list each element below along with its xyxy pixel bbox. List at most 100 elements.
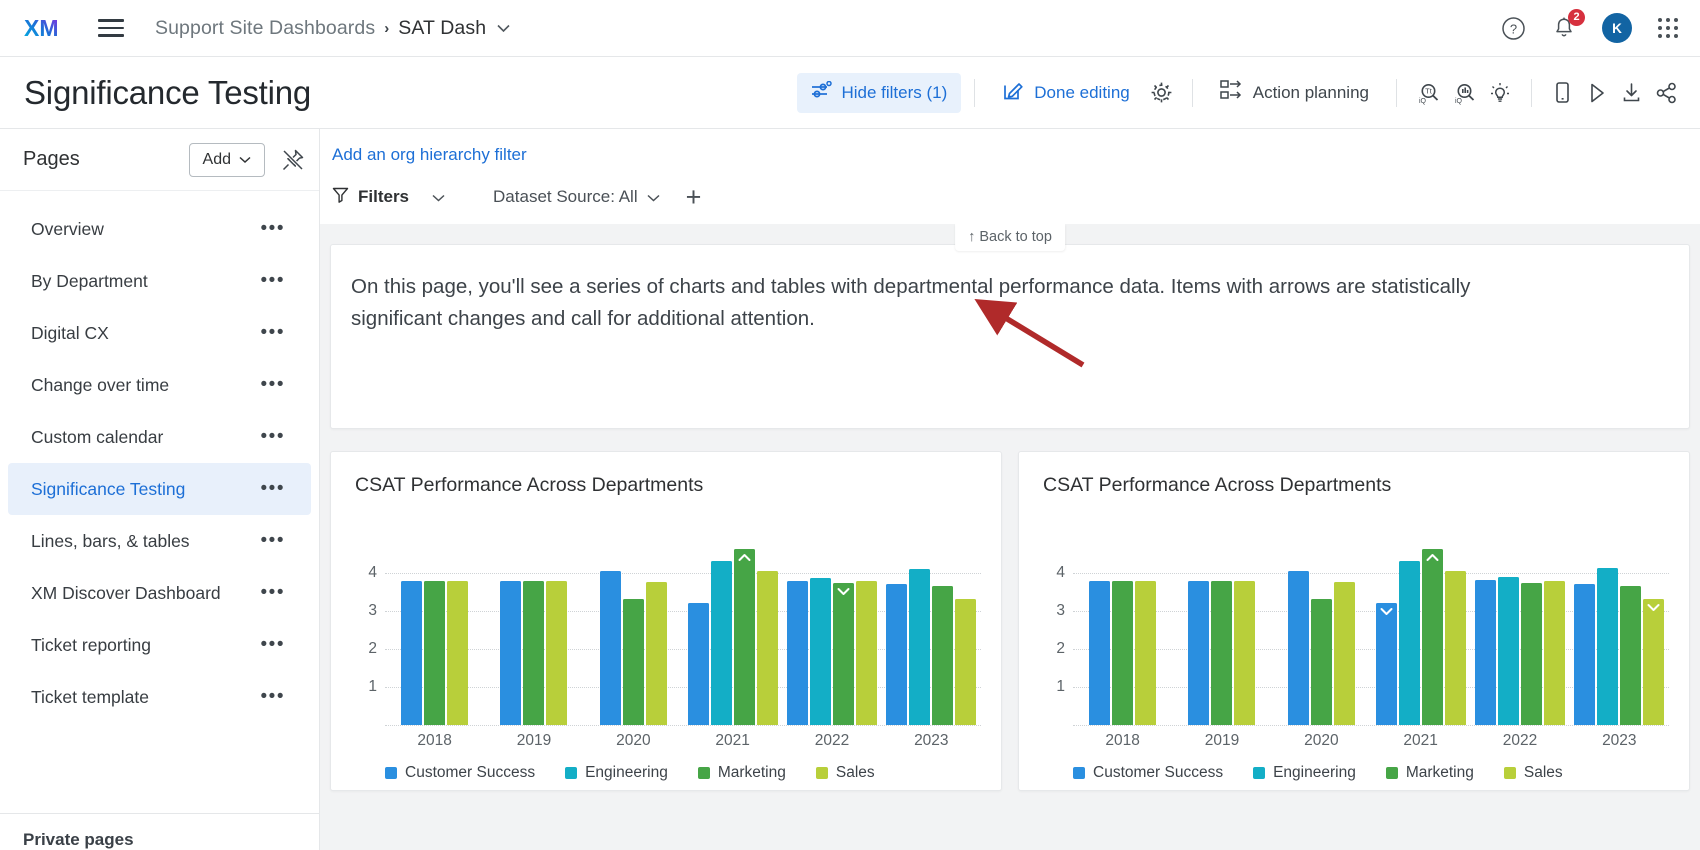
sidebar-item-custom-calendar[interactable]: Custom calendar ••• bbox=[8, 411, 311, 463]
breadcrumb-root-link[interactable]: Support Site Dashboards bbox=[155, 17, 375, 40]
share-button[interactable] bbox=[1649, 75, 1684, 111]
bar[interactable] bbox=[447, 580, 469, 725]
bar[interactable] bbox=[1643, 598, 1665, 725]
bar[interactable] bbox=[855, 581, 877, 725]
sidebar-item-change-over-time[interactable]: Change over time ••• bbox=[8, 359, 311, 411]
page-overflow-menu-button[interactable]: ••• bbox=[261, 531, 285, 550]
bar[interactable] bbox=[1188, 580, 1210, 725]
legend-item[interactable]: Engineering bbox=[565, 764, 668, 782]
main-menu-button[interactable] bbox=[98, 17, 124, 39]
bar[interactable] bbox=[809, 577, 831, 725]
bar[interactable] bbox=[1234, 580, 1256, 725]
bar[interactable] bbox=[886, 583, 908, 725]
breadcrumb-current-dashboard[interactable]: SAT Dash bbox=[398, 17, 486, 40]
bar[interactable] bbox=[546, 580, 568, 725]
bar[interactable] bbox=[645, 582, 667, 725]
bar[interactable] bbox=[1333, 582, 1355, 725]
bar[interactable] bbox=[1597, 567, 1619, 725]
bar[interactable] bbox=[1574, 583, 1596, 725]
bar[interactable] bbox=[622, 598, 644, 725]
text-widget[interactable]: On this page, you'll see a series of cha… bbox=[330, 244, 1690, 429]
unpin-sidebar-button[interactable] bbox=[281, 148, 305, 172]
action-planning-button[interactable]: Action planning bbox=[1206, 71, 1383, 114]
text-iq-button[interactable]: Tt iQ bbox=[1410, 75, 1446, 111]
bar[interactable] bbox=[424, 580, 446, 725]
add-page-button[interactable]: Add bbox=[188, 142, 265, 177]
xm-logo[interactable]: XM bbox=[24, 15, 68, 41]
page-overflow-menu-button[interactable]: ••• bbox=[261, 479, 285, 498]
back-to-top-button[interactable]: ↑ Back to top bbox=[955, 224, 1065, 251]
bar[interactable] bbox=[1543, 581, 1565, 725]
page-overflow-menu-button[interactable]: ••• bbox=[261, 687, 285, 706]
sidebar-item-by-department[interactable]: By Department ••• bbox=[8, 255, 311, 307]
help-button[interactable]: ? bbox=[1501, 16, 1526, 41]
bar[interactable] bbox=[1398, 560, 1420, 725]
bar[interactable] bbox=[1287, 571, 1309, 725]
page-overflow-menu-button[interactable]: ••• bbox=[261, 375, 285, 394]
sidebar-item-lines-bars-tables[interactable]: Lines, bars, & tables ••• bbox=[8, 515, 311, 567]
add-filter-button[interactable]: + bbox=[686, 184, 702, 211]
legend-item[interactable]: Marketing bbox=[697, 764, 786, 782]
add-org-hierarchy-filter-link[interactable]: Add an org hierarchy filter bbox=[332, 145, 1700, 165]
notifications-button[interactable]: 2 bbox=[1552, 8, 1585, 41]
bar[interactable] bbox=[955, 598, 977, 725]
page-overflow-menu-button[interactable]: ••• bbox=[261, 323, 285, 342]
legend-item[interactable]: Sales bbox=[1503, 764, 1563, 782]
bar[interactable] bbox=[1520, 582, 1542, 725]
page-overflow-menu-button[interactable]: ••• bbox=[261, 271, 285, 290]
bar[interactable] bbox=[1375, 603, 1397, 725]
done-editing-button[interactable]: Done editing bbox=[988, 71, 1143, 115]
bar[interactable] bbox=[733, 549, 755, 725]
download-button[interactable] bbox=[1614, 75, 1649, 111]
stats-iq-button[interactable]: iQ bbox=[1446, 75, 1482, 111]
legend-item[interactable]: Marketing bbox=[1385, 764, 1474, 782]
bar[interactable] bbox=[500, 580, 522, 725]
bar[interactable] bbox=[1089, 580, 1111, 725]
bar[interactable] bbox=[687, 603, 709, 725]
legend-item[interactable]: Engineering bbox=[1253, 764, 1356, 782]
bar[interactable] bbox=[710, 560, 732, 725]
sidebar-item-ticket-template[interactable]: Ticket template ••• bbox=[8, 671, 311, 723]
page-overflow-menu-button[interactable]: ••• bbox=[261, 219, 285, 238]
bar[interactable] bbox=[932, 585, 954, 725]
legend-item[interactable]: Customer Success bbox=[385, 764, 535, 782]
bar[interactable] bbox=[909, 569, 931, 725]
sidebar-item-xm-discover-dashboard[interactable]: XM Discover Dashboard ••• bbox=[8, 567, 311, 619]
sidebar-item-ticket-reporting[interactable]: Ticket reporting ••• bbox=[8, 619, 311, 671]
bar[interactable] bbox=[523, 580, 545, 725]
bar[interactable] bbox=[756, 571, 778, 725]
bar[interactable] bbox=[1135, 580, 1157, 725]
bar[interactable] bbox=[832, 582, 854, 725]
sidebar-item-digital-cx[interactable]: Digital CX ••• bbox=[8, 307, 311, 359]
bar[interactable] bbox=[786, 580, 808, 725]
bar[interactable] bbox=[1474, 579, 1496, 725]
bar[interactable] bbox=[1310, 598, 1332, 725]
dashboard-settings-button[interactable] bbox=[1144, 75, 1179, 110]
bar[interactable] bbox=[401, 580, 423, 725]
bar[interactable] bbox=[1421, 549, 1443, 725]
sidebar-item-overview[interactable]: Overview ••• bbox=[8, 203, 311, 255]
bar[interactable] bbox=[1497, 576, 1519, 725]
page-overflow-menu-button[interactable]: ••• bbox=[261, 583, 285, 602]
app-grid-icon[interactable] bbox=[1658, 18, 1678, 38]
page-overflow-menu-button[interactable]: ••• bbox=[261, 427, 285, 446]
bar[interactable] bbox=[1112, 580, 1134, 725]
dataset-source-filter[interactable]: Dataset Source: All bbox=[493, 187, 660, 207]
present-play-button[interactable] bbox=[1579, 75, 1614, 111]
chart-widget[interactable]: CSAT Performance Across Departments 1 2 3 4 2… bbox=[330, 451, 1002, 791]
sidebar-item-significance-testing[interactable]: Significance Testing ••• bbox=[8, 463, 311, 515]
filters-toggle[interactable]: Filters bbox=[332, 186, 445, 208]
legend-item[interactable]: Customer Success bbox=[1073, 764, 1223, 782]
bar[interactable] bbox=[1620, 585, 1642, 725]
bar[interactable] bbox=[599, 571, 621, 725]
mobile-preview-button[interactable] bbox=[1545, 75, 1579, 111]
chart-widget[interactable]: CSAT Performance Across Departments 1 2 3 4 2… bbox=[1018, 451, 1690, 791]
bar[interactable] bbox=[1444, 571, 1466, 725]
user-avatar[interactable]: K bbox=[1602, 13, 1632, 43]
chevron-down-icon[interactable] bbox=[497, 20, 510, 37]
legend-item[interactable]: Sales bbox=[815, 764, 875, 782]
page-overflow-menu-button[interactable]: ••• bbox=[261, 635, 285, 654]
insights-lightbulb-button[interactable] bbox=[1482, 75, 1518, 111]
bar[interactable] bbox=[1211, 580, 1233, 725]
hide-filters-button[interactable]: Hide filters (1) bbox=[797, 72, 962, 113]
